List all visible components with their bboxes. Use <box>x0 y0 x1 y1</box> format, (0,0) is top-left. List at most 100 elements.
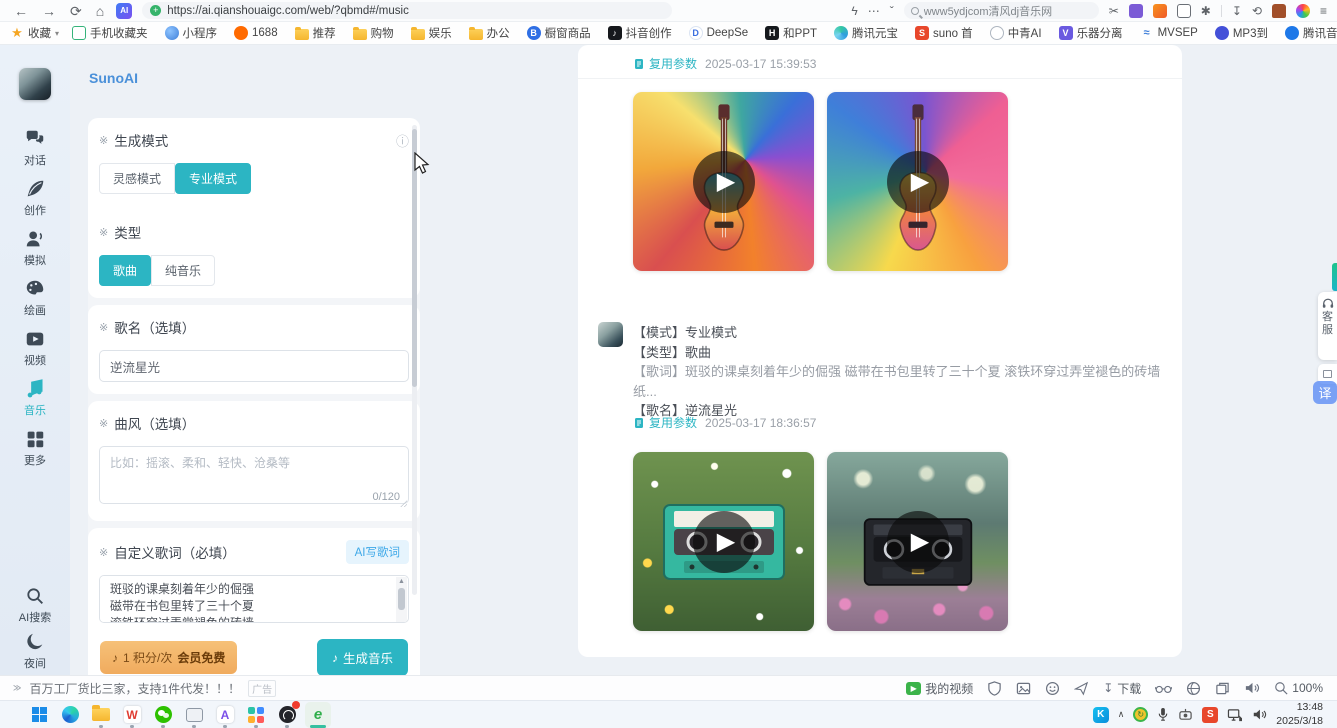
music-cover-tile[interactable]: ▶ <box>827 452 1008 631</box>
sidebar-item-night-mode[interactable]: 夜间 <box>0 631 70 671</box>
music-cover-tile[interactable]: ▶ <box>633 92 814 271</box>
scrollbar-thumb[interactable] <box>398 588 405 610</box>
game-extension-icon[interactable] <box>1153 4 1167 18</box>
ad-text[interactable]: 百万工厂货比三家，支持1件代发！！！ <box>29 680 240 697</box>
reuse-params-button[interactable]: 复用参数 <box>633 414 697 431</box>
mode-pro-button[interactable]: 专业模式 <box>175 163 251 194</box>
sidebar-item-more[interactable]: 更多 <box>0 428 70 468</box>
bookmark-item[interactable]: B 橱窗商品 <box>527 25 595 41</box>
refresh-icon[interactable]: ⟳ <box>70 1 82 21</box>
my-videos-button[interactable]: ▶ 我的视频 <box>906 680 973 697</box>
history-icon[interactable]: ⟲ <box>1252 4 1262 18</box>
home-icon[interactable]: ⌂ <box>96 1 104 21</box>
lyrics-textarea[interactable]: 斑驳的课桌刻着年少的倔强 磁带在书包里转了三十个夏 滚铁环穿过弄堂褪色的砖墙 <box>100 576 408 623</box>
download-button[interactable]: ↧ 下载 <box>1103 680 1141 697</box>
bookmark-item[interactable]: ≈ MVSEP <box>1140 26 1202 40</box>
taskbar-grid-app[interactable] <box>243 702 269 728</box>
sidebar-item-video[interactable]: 视频 <box>0 328 70 368</box>
credit-cost-button[interactable]: ♪ 1 积分/次 会员免费 <box>100 641 237 674</box>
taskbar-wps[interactable]: W <box>119 702 145 728</box>
sidebar-item-ai-search[interactable]: AI搜索 <box>0 585 70 625</box>
tray-sogou-icon[interactable]: S <box>1202 707 1218 723</box>
tray-expand-icon[interactable]: ∧ <box>1118 709 1125 720</box>
tray-speaker-icon[interactable] <box>1252 708 1267 721</box>
bookmark-item[interactable]: 中青AI <box>990 25 1046 41</box>
bookmark-item[interactable]: S suno 首 <box>915 25 977 41</box>
bookmark-item[interactable]: 1688 <box>234 26 282 40</box>
song-name-input[interactable] <box>99 350 409 382</box>
play-button[interactable]: ▶ <box>693 151 755 213</box>
taskbar-explorer[interactable] <box>88 702 114 728</box>
menu-icon[interactable]: ≡ <box>1320 4 1327 18</box>
more-tools-icon[interactable]: ⋯ <box>868 4 880 18</box>
downloads-icon[interactable]: ↧ <box>1232 4 1242 18</box>
tray-clock[interactable]: 13:48 2025/3/18 <box>1276 701 1327 727</box>
tray-microphone-icon[interactable] <box>1157 707 1169 722</box>
taskbar-browser-active[interactable]: e <box>305 702 331 728</box>
tray-sync-icon[interactable]: ↻ <box>1133 707 1148 722</box>
type-song-button[interactable]: 歌曲 <box>99 255 151 286</box>
bookmark-item[interactable]: 小程序 <box>165 25 222 41</box>
side-panel-handle[interactable] <box>1332 263 1337 291</box>
page-zoom-control[interactable]: 100% <box>1274 681 1323 695</box>
scroll-up-icon[interactable]: ▲ <box>396 577 407 587</box>
customer-service-tab[interactable]: 客服 <box>1318 292 1337 360</box>
browser-search-box[interactable]: www5ydjcom清风dj音乐网 <box>904 2 1099 19</box>
bookmark-item[interactable]: MP3到 <box>1215 25 1272 41</box>
tray-network-icon[interactable] <box>1227 708 1243 722</box>
workspace-icon[interactable] <box>1272 4 1286 18</box>
smiley-icon[interactable] <box>1045 681 1060 696</box>
screenshot-icon[interactable]: ✂ <box>1109 4 1119 18</box>
music-cover-tile[interactable]: ▶ <box>633 452 814 631</box>
address-bar[interactable]: + https://ai.qianshouaigc.com/web/?qbmd#… <box>142 2 672 19</box>
flash-save-icon[interactable]: ϟ <box>851 4 857 18</box>
translate-extension-icon[interactable] <box>1129 4 1143 18</box>
sidebar-item-create[interactable]: 创作 <box>0 178 70 218</box>
play-button[interactable]: ▶ <box>887 151 949 213</box>
reader-extension-icon[interactable] <box>1177 4 1191 18</box>
style-textarea[interactable] <box>99 446 409 504</box>
glasses-icon[interactable] <box>1155 682 1172 695</box>
tray-kuaishou-icon[interactable]: K <box>1093 707 1109 723</box>
image-icon[interactable] <box>1016 681 1031 696</box>
play-button[interactable]: ▶ <box>693 511 755 573</box>
bookmark-item[interactable]: H 和PPT <box>765 25 821 41</box>
toolbar-chevron-icon[interactable]: ˇ <box>890 4 894 18</box>
taskbar-obs[interactable] <box>274 702 300 728</box>
bookmark-item[interactable]: 腾讯音乐 <box>1285 25 1337 41</box>
send-icon[interactable] <box>1074 681 1089 696</box>
site-permission-icon[interactable]: + <box>150 5 161 16</box>
taskbar-wechat[interactable] <box>150 702 176 728</box>
ai-write-lyrics-button[interactable]: AI写歌词 <box>346 540 409 564</box>
sidebar-item-paint[interactable]: 绘画 <box>0 278 70 318</box>
sidebar-item-simulate[interactable]: 模拟 <box>0 228 70 268</box>
taskbar-edge[interactable] <box>57 702 83 728</box>
bookmark-item[interactable]: ★ 收藏 ▾ <box>10 25 59 41</box>
bookmark-item[interactable]: 购物 <box>353 25 398 41</box>
taskbar-snip-tool[interactable] <box>181 702 207 728</box>
url-text[interactable]: https://ai.qianshouaigc.com/web/?qbmd#/m… <box>167 5 409 17</box>
reuse-params-button[interactable]: 复用参数 <box>633 55 697 72</box>
bookmark-item[interactable]: 娱乐 <box>411 25 456 41</box>
shield-icon[interactable] <box>987 681 1002 696</box>
search-query-text[interactable]: www5ydjcom清风dj音乐网 <box>924 3 1052 19</box>
profile-theme-icon[interactable] <box>1296 4 1310 18</box>
page-translate-button[interactable]: 译 <box>1313 381 1337 404</box>
bookmark-item[interactable]: 手机收藏夹 <box>72 25 152 41</box>
bookmark-item[interactable]: ♪ 抖音创作 <box>608 25 676 41</box>
lyrics-scrollbar[interactable]: ▲ <box>396 577 407 623</box>
mode-inspiration-button[interactable]: 灵感模式 <box>99 163 175 194</box>
forward-icon[interactable]: → <box>42 1 56 21</box>
start-button[interactable] <box>26 702 52 728</box>
bookmark-item[interactable]: D DeepSe <box>689 26 753 40</box>
bookmark-item[interactable]: V 乐器分离 <box>1059 25 1127 41</box>
user-avatar[interactable] <box>19 68 51 100</box>
sidebar-item-music[interactable]: 音乐 <box>0 378 70 418</box>
type-instrumental-button[interactable]: 纯音乐 <box>151 255 215 286</box>
taskbar-ai-app[interactable]: A <box>212 702 238 728</box>
bookmark-item[interactable]: 办公 <box>469 25 514 41</box>
resize-handle-icon[interactable] <box>400 500 407 507</box>
tray-remote-icon[interactable] <box>1178 708 1193 722</box>
sidebar-item-chat[interactable]: 对话 <box>0 128 70 168</box>
speaker-icon[interactable] <box>1244 681 1260 695</box>
